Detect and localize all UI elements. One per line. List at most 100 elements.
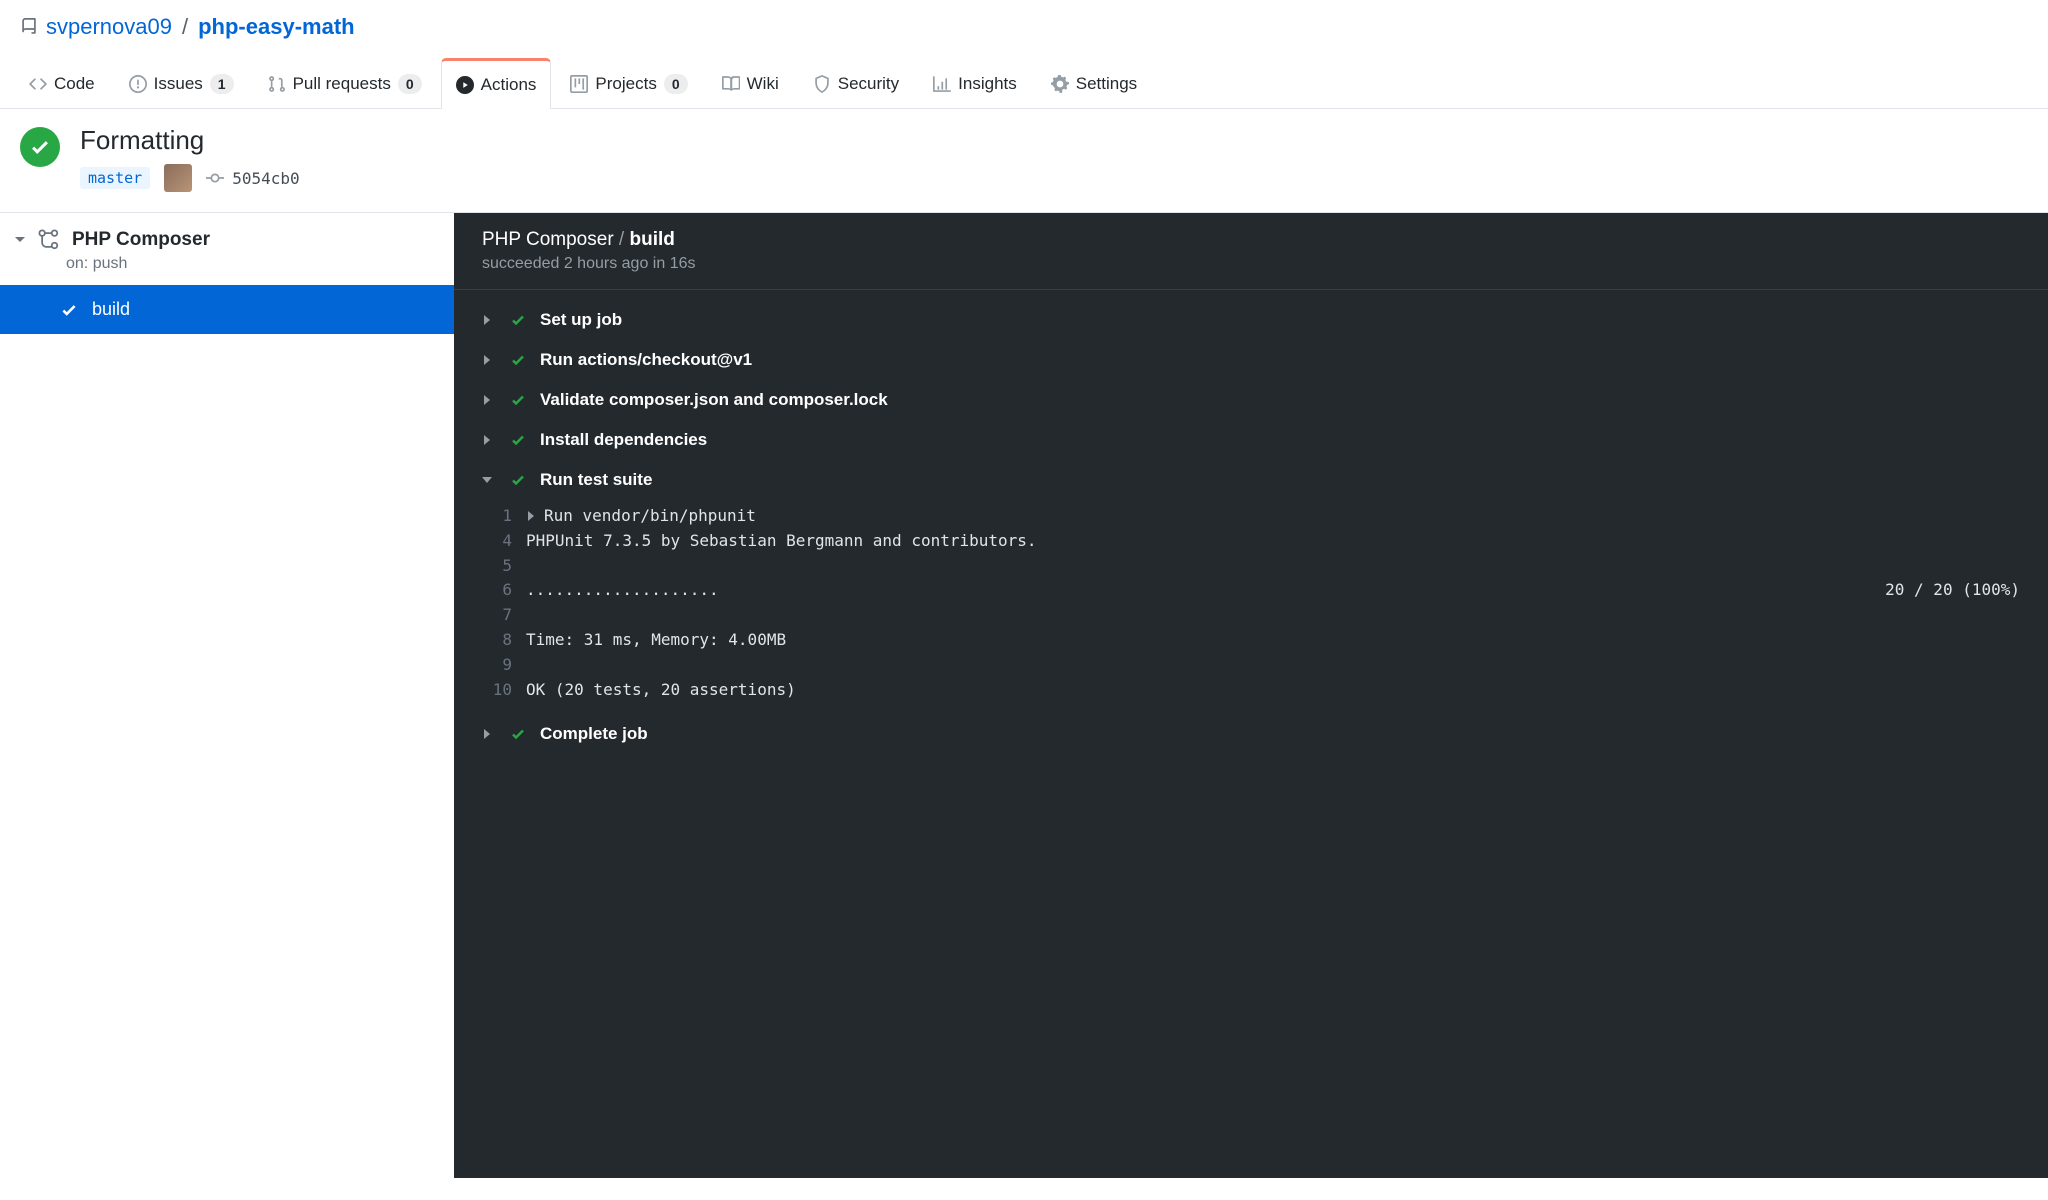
chevron-right-icon (482, 315, 496, 325)
line-content (526, 603, 2020, 628)
chevron-right-icon (482, 355, 496, 365)
line-number: 1 (482, 504, 526, 529)
commit-ref[interactable]: 5054cb0 (206, 169, 299, 188)
graph-icon (933, 75, 951, 93)
chevron-down-icon (482, 475, 496, 485)
log-title: PHP Composer / build (482, 229, 2020, 251)
owner-link[interactable]: svpernova09 (46, 14, 172, 40)
log-panel: PHP Composer / build succeeded 2 hours a… (454, 213, 2048, 1178)
line-number: 8 (482, 628, 526, 653)
line-content (526, 653, 2020, 678)
code-icon (29, 75, 47, 93)
chevron-right-icon (526, 511, 536, 521)
project-icon (570, 75, 588, 93)
step-label: Set up job (540, 310, 622, 330)
commit-icon (206, 169, 224, 187)
line-number: 5 (482, 554, 526, 579)
repo-icon (20, 18, 38, 36)
tab-label: Projects (595, 74, 656, 94)
breadcrumb: svpernova09 / php-easy-math (0, 0, 2048, 58)
tab-label: Pull requests (293, 74, 391, 94)
run-title: Formatting (80, 125, 300, 156)
log-line: 6....................20 / 20 (100%) (454, 578, 2048, 603)
job-row-build[interactable]: build (0, 285, 454, 334)
step-label: Install dependencies (540, 430, 707, 450)
sidebar: PHP Composer on: push build (0, 213, 454, 1178)
workflow-row[interactable]: PHP Composer (0, 213, 454, 255)
tab-projects[interactable]: Projects 0 (555, 58, 702, 108)
tab-wiki[interactable]: Wiki (707, 58, 794, 108)
tab-label: Settings (1076, 74, 1137, 94)
check-icon (510, 472, 526, 488)
workflow-trigger: on: push (0, 255, 454, 285)
git-pull-request-icon (268, 75, 286, 93)
log-line: 5 (454, 554, 2048, 579)
log-line: 10OK (20 tests, 20 assertions) (454, 678, 2048, 703)
step-row[interactable]: Complete job (454, 714, 2048, 754)
line-content: ....................20 / 20 (100%) (526, 578, 2020, 603)
avatar[interactable] (164, 164, 192, 192)
chevron-right-icon (482, 435, 496, 445)
log-line: 1Run vendor/bin/phpunit (454, 504, 2048, 529)
line-number: 10 (482, 678, 526, 703)
workflow-name: PHP Composer (72, 229, 210, 251)
line-number: 7 (482, 603, 526, 628)
check-icon (60, 301, 78, 319)
tab-actions[interactable]: Actions (441, 58, 552, 109)
step-row[interactable]: Run test suite (454, 460, 2048, 500)
line-content: OK (20 tests, 20 assertions) (526, 678, 2020, 703)
line-content (526, 554, 2020, 579)
tab-settings[interactable]: Settings (1036, 58, 1152, 108)
counter: 1 (210, 74, 234, 94)
tab-security[interactable]: Security (798, 58, 914, 108)
log-line: 7 (454, 603, 2048, 628)
check-icon (510, 312, 526, 328)
line-number: 6 (482, 578, 526, 603)
tab-insights[interactable]: Insights (918, 58, 1032, 108)
check-icon (510, 726, 526, 742)
tab-issues[interactable]: Issues 1 (114, 58, 249, 108)
tab-label: Wiki (747, 74, 779, 94)
log-status: succeeded 2 hours ago in 16s (482, 255, 2020, 273)
step-row[interactable]: Run actions/checkout@v1 (454, 340, 2048, 380)
step-label: Complete job (540, 724, 648, 744)
shield-icon (813, 75, 831, 93)
check-icon (510, 392, 526, 408)
line-content: Time: 31 ms, Memory: 4.00MB (526, 628, 2020, 653)
log-line: 9 (454, 653, 2048, 678)
tab-pull-requests[interactable]: Pull requests 0 (253, 58, 437, 108)
gear-icon (1051, 75, 1069, 93)
log-lines: 1Run vendor/bin/phpunit4PHPUnit 7.3.5 by… (454, 500, 2048, 714)
chevron-right-icon (482, 395, 496, 405)
tab-label: Insights (958, 74, 1017, 94)
run-header: Formatting master 5054cb0 (0, 109, 2048, 213)
run-meta: master 5054cb0 (80, 164, 300, 192)
play-icon (456, 76, 474, 94)
tab-bar: Code Issues 1 Pull requests 0 Actions Pr… (0, 58, 2048, 109)
step-row[interactable]: Set up job (454, 300, 2048, 340)
tab-label: Issues (154, 74, 203, 94)
line-number: 4 (482, 529, 526, 554)
branch-tag[interactable]: master (80, 167, 150, 189)
log-header: PHP Composer / build succeeded 2 hours a… (454, 213, 2048, 290)
step-row[interactable]: Validate composer.json and composer.lock (454, 380, 2048, 420)
chevron-right-icon (482, 729, 496, 739)
job-name: build (92, 299, 130, 320)
chevron-down-icon (14, 234, 26, 246)
log-line: 8Time: 31 ms, Memory: 4.00MB (454, 628, 2048, 653)
line-content: Run vendor/bin/phpunit (526, 504, 2020, 529)
status-success-circle (20, 127, 60, 167)
line-content: PHPUnit 7.3.5 by Sebastian Bergmann and … (526, 529, 2020, 554)
issue-icon (129, 75, 147, 93)
step-label: Validate composer.json and composer.lock (540, 390, 888, 410)
main: PHP Composer on: push build PHP Composer… (0, 213, 2048, 1178)
step-label: Run actions/checkout@v1 (540, 350, 752, 370)
step-label: Run test suite (540, 470, 652, 490)
tab-code[interactable]: Code (14, 58, 110, 108)
check-icon (510, 352, 526, 368)
steps-list: Set up job Run actions/checkout@v1 Validat… (454, 290, 2048, 764)
repo-link[interactable]: php-easy-math (198, 14, 354, 40)
check-icon (510, 432, 526, 448)
step-row[interactable]: Install dependencies (454, 420, 2048, 460)
tab-label: Code (54, 74, 95, 94)
